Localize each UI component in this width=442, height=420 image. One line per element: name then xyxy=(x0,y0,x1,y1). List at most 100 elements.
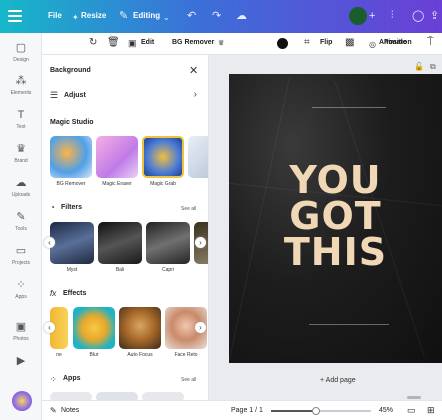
guide-line xyxy=(309,324,389,325)
file-menu[interactable]: File xyxy=(48,11,62,20)
design-canvas[interactable]: YOU GOT THIS xyxy=(229,74,442,363)
position-button[interactable]: Position xyxy=(384,39,412,46)
zoom-slider[interactable] xyxy=(271,407,371,415)
rail-label: Brand xyxy=(14,158,28,164)
duplicate-icon[interactable]: ⧉ xyxy=(430,62,436,72)
folder-icon: ▭ xyxy=(15,245,27,257)
cloud-check-icon[interactable]: ☁ xyxy=(236,9,247,23)
crop-icon[interactable]: ⌗ xyxy=(304,37,310,49)
pages-view-icon[interactable]: ▭ xyxy=(407,405,416,416)
redo-icon[interactable]: ↷ xyxy=(212,9,221,23)
effect-label: Blur xyxy=(89,352,99,358)
editing-mode-button[interactable]: Editing xyxy=(133,11,160,20)
headline-line-1[interactable]: YOU xyxy=(229,161,442,199)
text-icon: T xyxy=(17,109,25,121)
magic-item-thumb[interactable] xyxy=(188,136,208,178)
rail-videos[interactable]: ▶ xyxy=(0,355,42,368)
effect-thumb[interactable] xyxy=(119,307,161,349)
edit-button[interactable]: Edit xyxy=(141,39,154,46)
close-icon[interactable]: ✕ xyxy=(189,64,198,77)
filter-label: Capri xyxy=(162,267,174,273)
flip-button[interactable]: Flip xyxy=(320,39,332,46)
magic-studio-heading: Magic Studio xyxy=(50,119,94,126)
share-icon[interactable]: ⇪ xyxy=(430,9,439,23)
sparkle-icon: ✦ xyxy=(72,13,79,22)
scroll-left-button[interactable]: ‹ xyxy=(44,237,55,248)
rail-label: Tools xyxy=(15,226,27,232)
chevron-right-icon: › xyxy=(193,89,197,100)
rail-photos[interactable]: ▣ Photos xyxy=(0,321,42,342)
rail-uploads[interactable]: ☁ Uploads xyxy=(0,177,42,198)
rail-tools[interactable]: ✎ Tools xyxy=(0,211,42,232)
rail-brand[interactable]: ♛ Brand xyxy=(0,143,42,164)
effects-heading: Effects xyxy=(63,290,87,297)
scroll-right-button[interactable]: › xyxy=(195,237,206,248)
magic-grab-thumb[interactable] xyxy=(142,136,184,178)
notes-icon: ✎ xyxy=(50,406,57,415)
rail-design[interactable]: ▢ Design xyxy=(0,42,42,63)
color-swatch[interactable] xyxy=(277,38,288,49)
filter-thumb[interactable] xyxy=(98,222,142,264)
top-bar: File ✦ Resize ✎ Editing ⌄ ↶ ↷ ☁ + ⫶ ◯ ⇪ xyxy=(0,0,442,33)
notes-button[interactable]: Notes xyxy=(61,407,79,414)
photo-icon: ▣ xyxy=(15,321,27,333)
rail-label: Design xyxy=(13,57,29,63)
rail-label: Uploads xyxy=(11,192,31,198)
design-icon: ▢ xyxy=(15,42,27,54)
comment-icon[interactable]: ◯ xyxy=(412,9,424,23)
sliders-icon: ☰ xyxy=(50,90,59,100)
chart-icon[interactable]: ⫶ xyxy=(391,9,394,23)
filter-label: Myst xyxy=(66,267,78,273)
lock-icon[interactable]: 🔓 xyxy=(414,62,424,71)
effect-thumb[interactable] xyxy=(73,307,115,349)
guide-line xyxy=(312,107,386,108)
page-indicator[interactable]: Page 1 / 1 xyxy=(231,407,263,414)
add-page-button[interactable]: + Add page xyxy=(320,377,356,384)
rail-label: Text xyxy=(16,124,26,130)
bottom-bar: ✎ Notes Page 1 / 1 45% ▭ ⊞ xyxy=(42,400,442,420)
bg-remover-button[interactable]: BG Remover xyxy=(172,39,214,46)
bg-remover-thumb[interactable] xyxy=(50,136,92,178)
trash-icon[interactable]: 🗑 xyxy=(107,37,120,49)
apps-see-all-link[interactable]: See all xyxy=(181,377,196,383)
plus-icon[interactable]: + xyxy=(369,9,375,23)
rail-apps[interactable]: ⁘ Apps xyxy=(0,279,42,300)
transparency-icon[interactable]: ▩ xyxy=(345,37,354,49)
panel-title: Background xyxy=(50,67,91,74)
context-toolbar: ↻ 🗑 ▣ Edit BG Remover ♛ ⌗ Flip ▩ ◎ Anima… xyxy=(42,33,442,55)
rail-projects[interactable]: ▭ Projects xyxy=(0,245,42,266)
chevron-down-icon[interactable]: ⌄ xyxy=(163,11,170,25)
paint-roller-icon[interactable]: ⍑ xyxy=(427,36,434,49)
grid-view-icon[interactable]: ⊞ xyxy=(427,405,435,416)
filters-icon: ◔ xyxy=(50,203,55,212)
resize-button[interactable]: Resize xyxy=(81,11,106,20)
effect-label: Face Reto xyxy=(174,352,198,358)
scroll-right-button[interactable]: › xyxy=(195,322,206,333)
filter-thumb[interactable] xyxy=(146,222,190,264)
scroll-left-button[interactable]: ‹ xyxy=(44,322,55,333)
rail-elements[interactable]: ⁂ Elements xyxy=(0,75,42,96)
filter-label: Bali xyxy=(115,267,125,273)
magic-eraser-thumb[interactable] xyxy=(96,136,138,178)
menu-icon[interactable] xyxy=(8,10,22,22)
undo-icon[interactable]: ↶ xyxy=(187,9,196,23)
zoom-slider-knob[interactable] xyxy=(312,407,320,415)
elements-icon: ⁂ xyxy=(15,75,27,87)
apps-heading: Apps xyxy=(63,375,81,382)
filter-thumb[interactable] xyxy=(50,222,94,264)
effect-label: ne xyxy=(56,352,62,358)
canvas-area: 🔓 ⧉ YOU GOT THIS + Add page xyxy=(209,55,442,400)
collapse-handle[interactable] xyxy=(407,396,421,399)
left-rail: ▢ Design ⁂ Elements T Text ♛ Brand ☁ Upl… xyxy=(0,33,42,420)
headline-line-3[interactable]: THIS xyxy=(229,233,442,271)
headline-line-2[interactable]: GOT xyxy=(229,197,442,235)
adjust-row[interactable]: ☰ Adjust › xyxy=(48,87,203,105)
rail-text[interactable]: T Text xyxy=(0,109,42,130)
avatar[interactable] xyxy=(349,7,367,25)
image-edit-icon: ▣ xyxy=(128,38,137,48)
rotate-icon[interactable]: ↻ xyxy=(89,37,97,49)
filters-see-all-link[interactable]: See all xyxy=(181,206,196,212)
zoom-level[interactable]: 45% xyxy=(379,407,393,414)
magic-assistant-button[interactable] xyxy=(12,391,32,411)
pencil-icon: ✎ xyxy=(119,10,129,22)
